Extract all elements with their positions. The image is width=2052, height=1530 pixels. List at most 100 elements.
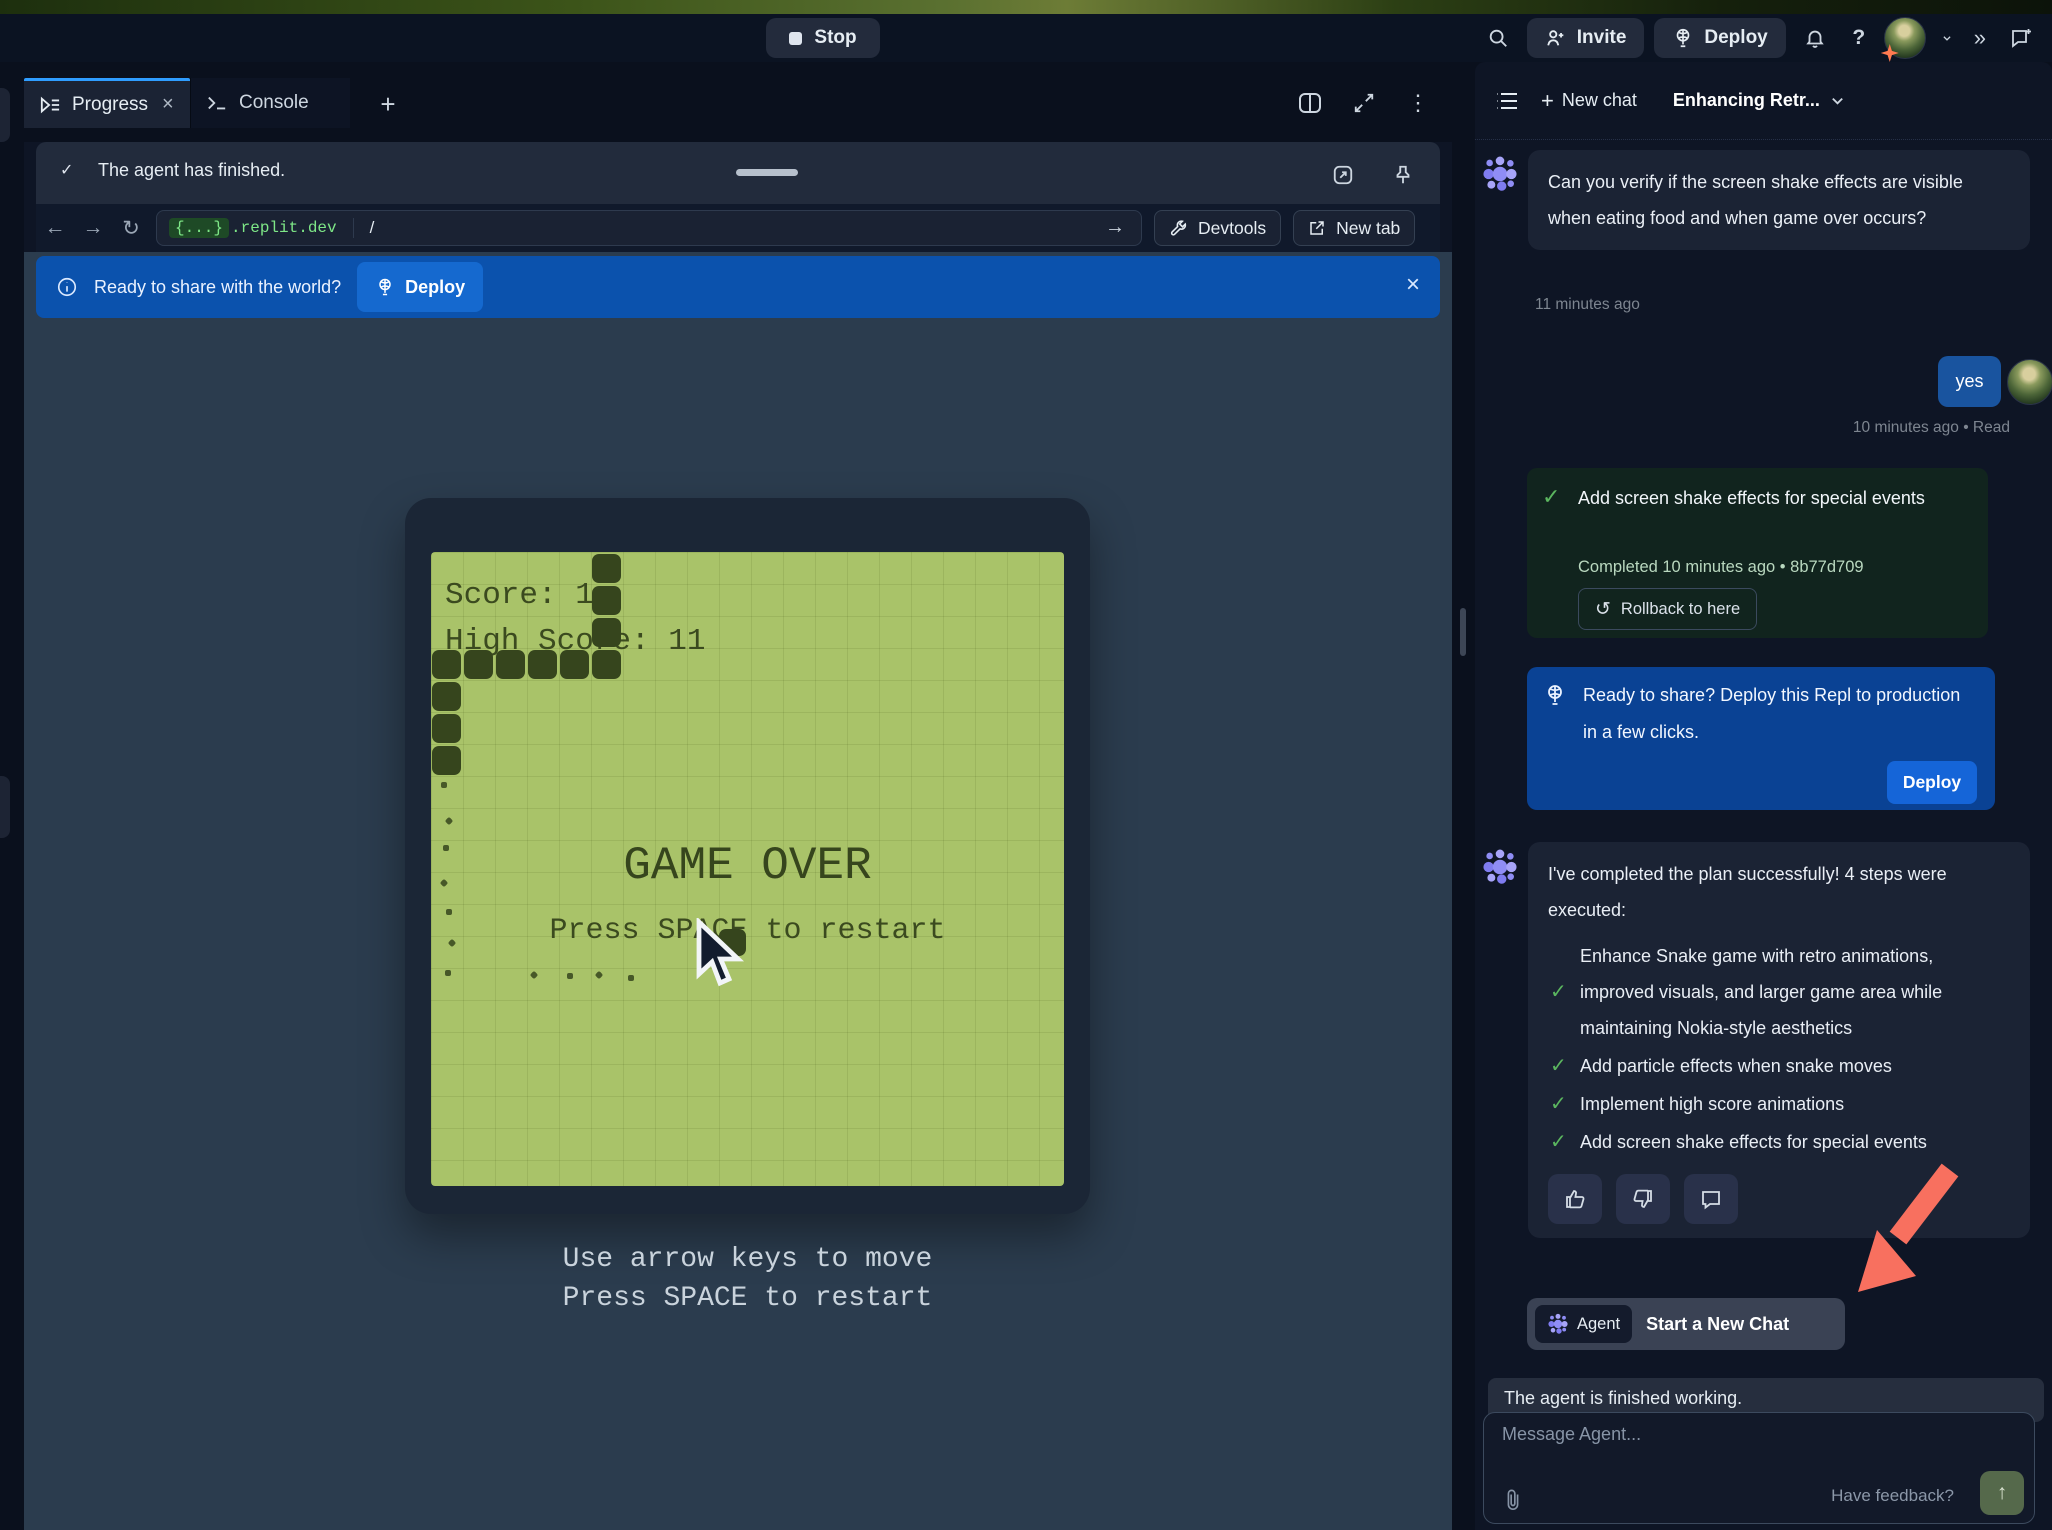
new-chat-label: New chat [1562, 90, 1637, 111]
agent-message: Can you verify if the screen shake effec… [1528, 150, 2030, 250]
plan-step-text: Implement high score animations [1580, 1094, 1844, 1114]
have-feedback-link[interactable]: Have feedback? [1825, 1485, 1960, 1507]
deploy-button[interactable]: Deploy [1654, 18, 1785, 58]
message-timestamp: 11 minutes ago [1535, 296, 1640, 314]
restart-hint-text: Press SPACE to restart [431, 914, 1064, 948]
message-input[interactable] [1500, 1423, 1944, 1446]
invite-button[interactable]: Invite [1527, 18, 1645, 58]
search-icon[interactable] [1479, 19, 1517, 57]
tab-progress-label: Progress [72, 94, 148, 116]
deploy-icon [1672, 27, 1694, 49]
new-chat-bubble-icon[interactable] [2002, 19, 2040, 57]
expand-pane-icon[interactable] [1344, 84, 1384, 122]
attachment-paperclip-icon[interactable] [1496, 1487, 1530, 1513]
banner-close-icon[interactable]: × [1400, 270, 1426, 300]
chat-title-dropdown[interactable]: Enhancing Retr... [1667, 89, 1851, 112]
plan-step: ✓ Enhance Snake game with retro animatio… [1580, 938, 2010, 1046]
agent-pill-label: Agent [1577, 1315, 1620, 1334]
stop-button[interactable]: Stop [766, 18, 880, 58]
nav-back-icon[interactable]: ← [36, 209, 74, 247]
notifications-bell-icon[interactable] [1796, 19, 1834, 57]
plan-step: ✓ Implement high score animations [1580, 1086, 2010, 1122]
game-help-text: Use arrow keys to move Press SPACE to re… [405, 1240, 1090, 1318]
plan-step: ✓ Add screen shake effects for special e… [1580, 1124, 2010, 1160]
chat-list-icon[interactable] [1489, 90, 1525, 112]
agent-logo-icon [1481, 155, 1519, 193]
pin-icon[interactable] [1384, 156, 1422, 194]
drag-handle[interactable] [736, 169, 798, 176]
progress-tab-icon [40, 96, 60, 114]
snake-segment [592, 618, 621, 647]
chat-message-list: Can you verify if the screen shake effec… [1475, 140, 2052, 1530]
agent-chat-panel: + New chat Enhancing Retr... Can yo [1475, 62, 2052, 1530]
url-go-arrow-icon[interactable]: → [1099, 215, 1131, 240]
deploy-card-button[interactable]: Deploy [1887, 761, 1977, 804]
start-new-chat-button[interactable]: Agent Start a New Chat [1527, 1298, 1845, 1350]
snake-segment [560, 650, 589, 679]
split-pane-icon[interactable] [1290, 84, 1330, 122]
collapse-right-icon[interactable]: » [1968, 24, 1992, 52]
comment-icon[interactable] [1684, 1174, 1738, 1224]
new-tab-external-icon [1308, 219, 1326, 237]
tabstrip-actions: ⋮ [1290, 84, 1438, 122]
thumbs-down-icon[interactable] [1616, 1174, 1670, 1224]
snake-segment [528, 650, 557, 679]
thumbs-up-icon[interactable] [1548, 1174, 1602, 1224]
agent-message-text: Can you verify if the screen shake effec… [1548, 172, 1963, 228]
rail-stub-top[interactable] [0, 88, 10, 142]
tab-progress-close-icon[interactable]: × [160, 93, 176, 116]
url-field[interactable]: {...} .replit.dev / → [156, 210, 1142, 246]
tab-console[interactable]: Console [190, 78, 350, 128]
agent-plan-message: I've completed the plan successfully! 4 … [1528, 842, 2030, 1238]
help-line-1: Use arrow keys to move [405, 1240, 1090, 1279]
deploy-label: Deploy [1704, 27, 1767, 49]
banner-deploy-button[interactable]: Deploy [357, 262, 483, 312]
user-avatar-small [2007, 359, 2052, 405]
add-tab-button[interactable]: + [368, 84, 408, 124]
url-host-badge: {...} [169, 218, 229, 238]
new-tab-button[interactable]: New tab [1293, 210, 1415, 246]
particle-speck [445, 817, 453, 825]
send-button[interactable]: ↑ [1980, 1471, 2024, 1515]
pane-divider [1452, 62, 1475, 1530]
pane-menu-kebab-icon[interactable]: ⋮ [1398, 84, 1438, 122]
particle-speck [530, 971, 538, 979]
open-external-icon[interactable] [1324, 156, 1362, 194]
wrench-icon [1169, 219, 1188, 238]
checkpoint-meta: Completed 10 minutes ago • 8b77d709 [1578, 558, 1864, 577]
start-new-chat-label: Start a New Chat [1646, 1314, 1789, 1335]
tab-progress[interactable]: Progress × [24, 78, 190, 128]
tab-strip: Progress × Console + ⋮ [24, 62, 1452, 142]
plan-step-list: ✓ Enhance Snake game with retro animatio… [1548, 938, 2010, 1160]
devtools-label: Devtools [1198, 218, 1266, 239]
agent-pill: Agent [1535, 1305, 1632, 1343]
banner-deploy-icon [375, 277, 395, 297]
tab-console-label: Console [239, 92, 309, 114]
checkpoint-check-icon: ✓ [1542, 484, 1560, 510]
pane-resize-handle[interactable] [1460, 608, 1466, 656]
help-icon[interactable]: ? [1844, 19, 1874, 57]
agent-logo-icon [1481, 848, 1519, 886]
lcd-screen[interactable]: Score: 1 High Score: 11 GAME OVER Press … [431, 552, 1064, 1186]
invite-person-icon [1545, 27, 1567, 49]
snake-segment [592, 586, 621, 615]
stop-label: Stop [814, 27, 856, 49]
stop-icon [789, 32, 802, 45]
game-over-text: GAME OVER [431, 840, 1064, 892]
rollback-button[interactable]: ↺ Rollback to here [1578, 588, 1757, 630]
nav-forward-icon[interactable]: → [74, 209, 112, 247]
devtools-button[interactable]: Devtools [1154, 210, 1281, 246]
url-host: {...} .replit.dev [169, 218, 337, 238]
new-chat-button[interactable]: + New chat [1535, 87, 1643, 115]
invite-label: Invite [1577, 27, 1627, 49]
plan-step-text: Add screen shake effects for special eve… [1580, 1132, 1927, 1152]
user-avatar[interactable] [1884, 17, 1926, 59]
account-chevron-down-icon[interactable] [1936, 19, 1958, 57]
particle-speck [441, 782, 447, 788]
rail-stub-middle[interactable] [0, 776, 10, 838]
snake-segment [432, 682, 461, 711]
nav-reload-icon[interactable]: ↻ [112, 209, 150, 247]
message-composer: Have feedback? ↑ [1483, 1412, 2035, 1524]
finished-text: The agent has finished. [98, 160, 285, 181]
url-path: / [353, 218, 375, 238]
